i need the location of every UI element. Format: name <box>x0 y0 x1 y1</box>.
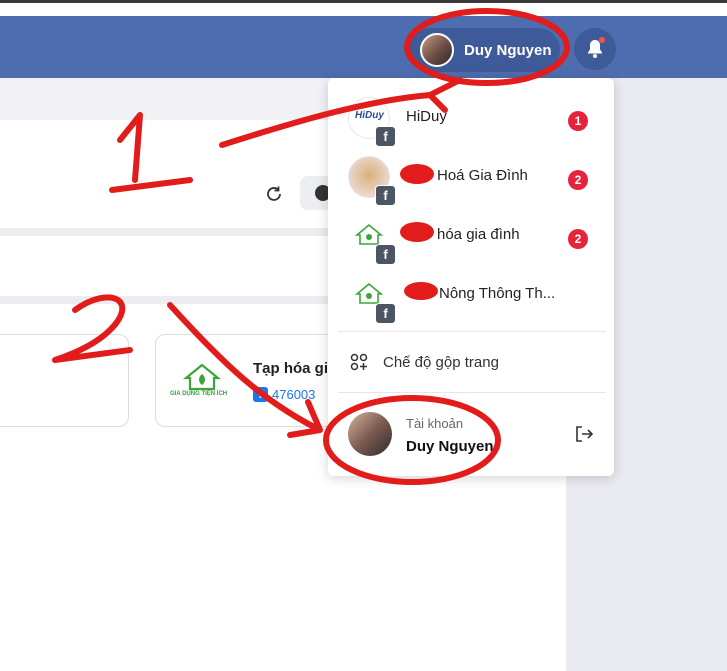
add-button[interactable] <box>300 176 331 210</box>
facebook-icon: f <box>375 244 396 265</box>
content-divider-band <box>0 296 330 304</box>
page-card[interactable]: GIA DỤNG TIỆN ÍCH Tạp hóa gia f 476003 <box>155 334 357 427</box>
facebook-icon: f <box>375 185 396 206</box>
page-card-id: 476003 <box>272 387 316 402</box>
page-item[interactable]: f hóa gia đình 2 <box>328 211 614 269</box>
page-item[interactable]: f Hoá Gia Đình 2 <box>328 152 614 210</box>
page-name: HiDuy <box>406 108 447 125</box>
user-name: Duy Nguyen <box>464 41 552 59</box>
redaction-mark <box>400 222 434 242</box>
page-logo: GIA DỤNG TIỆN ÍCH <box>170 363 232 403</box>
account-avatar <box>348 412 392 456</box>
logout-icon[interactable] <box>574 424 594 444</box>
page-card-title: Tạp hóa gia <box>253 360 337 377</box>
account-label: Tài khoản <box>406 416 464 431</box>
menu-divider <box>338 392 606 393</box>
page-name: hóa gia đình <box>437 226 520 243</box>
facebook-icon: f <box>375 303 396 324</box>
content-divider-band <box>0 228 330 236</box>
notification-button[interactable] <box>574 28 616 70</box>
page-avatar-text: HiDuy <box>355 110 384 121</box>
unread-badge: 2 <box>568 170 588 190</box>
user-menu-button[interactable]: Duy Nguyen <box>408 28 560 72</box>
page-item[interactable]: f Nông Thông Th... <box>328 270 614 328</box>
page-card[interactable] <box>0 334 129 427</box>
facebook-icon: f <box>253 387 268 402</box>
top-header-bar <box>0 16 727 78</box>
redaction-mark <box>404 282 438 300</box>
page-item[interactable]: HiDuy f HiDuy 1 <box>328 93 614 151</box>
account-section[interactable]: Tài khoản Duy Nguyen <box>328 398 614 470</box>
notification-dot <box>599 37 605 43</box>
page-name: Nông Thông Th... <box>439 285 556 302</box>
merge-pages-mode-item[interactable]: Chế độ gộp trang <box>328 342 614 382</box>
account-name: Duy Nguyen <box>406 438 494 455</box>
page-name: Hoá Gia Đình <box>437 167 528 184</box>
refresh-icon[interactable] <box>263 183 285 205</box>
logo-caption: GIA DỤNG TIỆN ÍCH <box>170 391 228 397</box>
user-avatar <box>420 33 454 67</box>
redaction-mark <box>400 164 434 184</box>
unread-badge: 2 <box>568 229 588 249</box>
merge-pages-label: Chế độ gộp trang <box>383 354 499 371</box>
window-top-border <box>0 0 727 16</box>
merge-pages-icon <box>350 353 368 371</box>
facebook-icon: f <box>375 126 396 147</box>
menu-divider <box>338 331 606 332</box>
page-switcher-dropdown: HiDuy f HiDuy 1 f Hoá Gia Đình 2 f hóa g… <box>328 78 614 476</box>
unread-badge: 1 <box>568 111 588 131</box>
